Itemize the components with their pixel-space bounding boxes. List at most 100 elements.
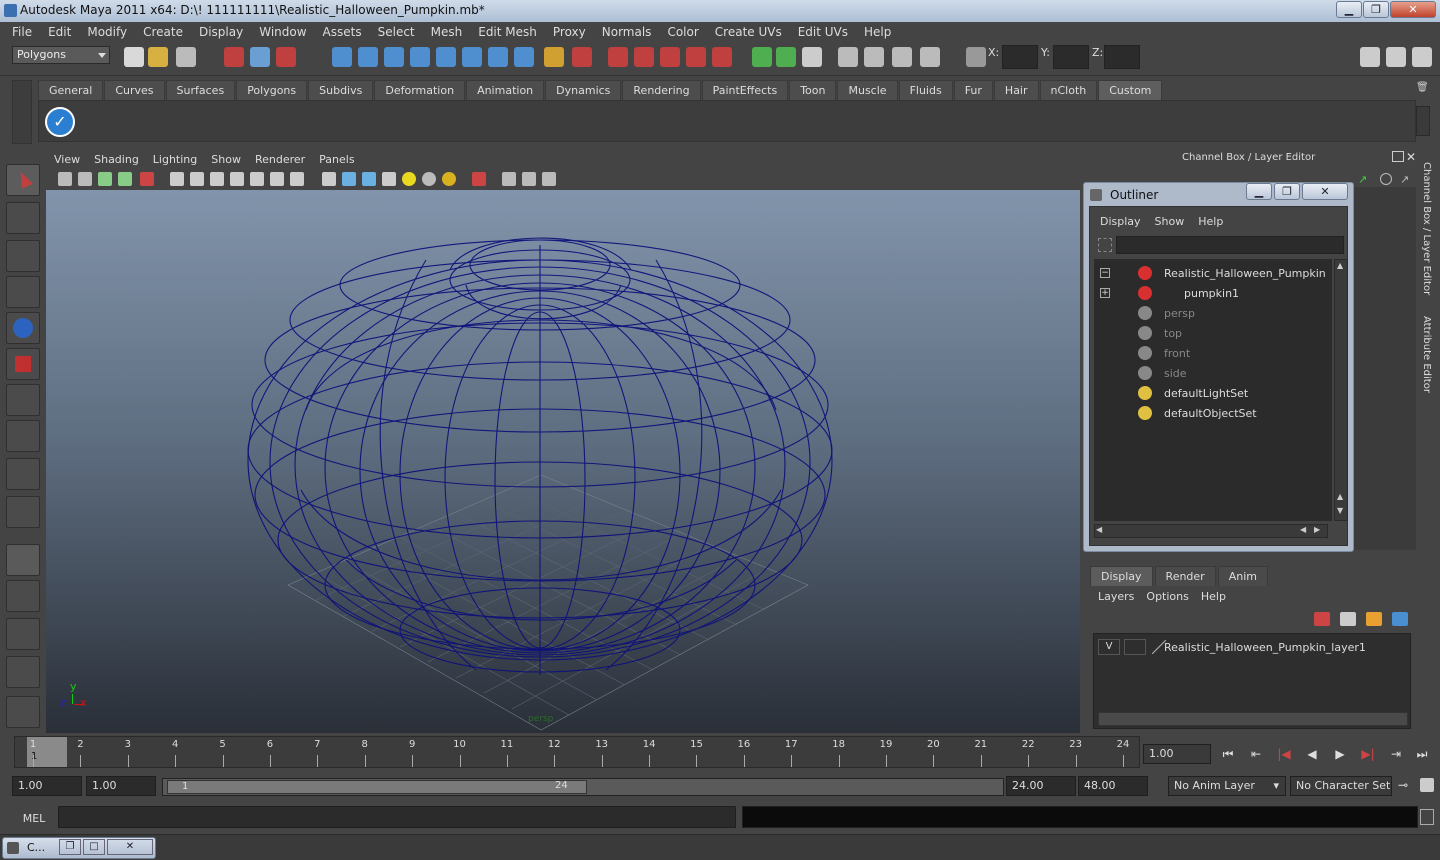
playback-end-field[interactable]: 24.00 <box>1006 776 1076 796</box>
film-gate-icon[interactable] <box>190 172 204 186</box>
persp-outliner-layout-icon[interactable] <box>6 618 40 650</box>
snap-point-icon[interactable] <box>384 47 404 67</box>
rotate-tool-icon[interactable] <box>6 312 40 344</box>
select-component-icon[interactable] <box>276 47 296 67</box>
outliner-item[interactable]: defaultObjectSet <box>1094 405 1332 423</box>
perspective-viewport[interactable]: y x z persp <box>46 190 1080 733</box>
menu-create-uvs[interactable]: Create UVs <box>707 25 790 39</box>
four-view-layout-icon[interactable] <box>6 580 40 612</box>
menu-edit-uvs[interactable]: Edit UVs <box>790 25 856 39</box>
outliner-item[interactable]: top <box>1094 325 1332 343</box>
mel-command-input[interactable] <box>58 806 736 828</box>
safe-action-icon[interactable] <box>270 172 284 186</box>
layer-visibility-toggle[interactable]: V <box>1098 639 1120 655</box>
hypershade-icon[interactable] <box>686 47 706 67</box>
construction-history-icon[interactable] <box>488 47 508 67</box>
panel-menu-shading[interactable]: Shading <box>94 153 139 166</box>
shelf-tab-rendering[interactable]: Rendering <box>622 80 701 100</box>
anim-layer-dropdown[interactable]: No Anim Layer ▾ <box>1168 776 1286 796</box>
menu-window[interactable]: Window <box>251 25 314 39</box>
menu-mesh[interactable]: Mesh <box>423 25 471 39</box>
shelf-tab-subdivs[interactable]: Subdivs <box>308 80 374 100</box>
safe-title-icon[interactable] <box>290 172 304 186</box>
dope-sheet-icon[interactable] <box>864 47 884 67</box>
persp-graph-layout-icon[interactable] <box>6 656 40 688</box>
outliner-maximize-button[interactable]: ❐ <box>1274 183 1300 200</box>
outliner-item[interactable]: front <box>1094 345 1332 363</box>
menu-edit[interactable]: Edit <box>40 25 79 39</box>
attribute-editor-toggle-icon[interactable] <box>1386 47 1406 67</box>
restore-icon[interactable]: ❐ <box>59 839 81 855</box>
menu-normals[interactable]: Normals <box>594 25 660 39</box>
high-quality-icon[interactable] <box>442 172 456 186</box>
hypershade-layout-icon[interactable] <box>6 696 40 728</box>
snap-plane-icon[interactable] <box>410 47 430 67</box>
new-scene-icon[interactable] <box>124 47 144 67</box>
select-hierarchy-icon[interactable] <box>224 47 244 67</box>
outliner-close-button[interactable]: ✕ <box>1302 183 1348 200</box>
textured-icon[interactable] <box>382 172 396 186</box>
expand-icon[interactable]: + <box>1100 288 1110 298</box>
render-frame-icon[interactable] <box>608 47 628 67</box>
camera-attributes-icon[interactable] <box>58 172 72 186</box>
tool-settings-toggle-icon[interactable] <box>1412 47 1432 67</box>
grease-pencil-icon[interactable] <box>140 172 154 186</box>
single-perspective-layout-icon[interactable] <box>6 544 40 576</box>
play-forwards-icon[interactable]: ▶ <box>1330 746 1350 762</box>
ipr-render-icon[interactable] <box>634 47 654 67</box>
menu-select[interactable]: Select <box>370 25 423 39</box>
image-plane-icon[interactable] <box>98 172 112 186</box>
go-to-end-icon[interactable]: ⏭ <box>1412 746 1432 762</box>
lasso-tool-icon[interactable] <box>6 202 40 234</box>
maximize-icon[interactable]: □ <box>83 839 105 855</box>
panel-layout-2-icon[interactable] <box>776 47 796 67</box>
xray-icon[interactable] <box>502 172 516 186</box>
attribute-editor-side-tab[interactable]: Attribute Editor <box>1421 316 1432 393</box>
menu-set-dropdown[interactable]: Polygons <box>12 46 110 64</box>
step-forward-icon[interactable]: ⇥ <box>1386 746 1406 762</box>
outliner-item[interactable]: persp <box>1094 305 1332 323</box>
wireframe-shading-icon[interactable] <box>322 172 336 186</box>
save-scene-icon[interactable] <box>176 47 196 67</box>
minimized-window[interactable]: C... ❐ □ ✕ <box>2 837 156 859</box>
open-scene-icon[interactable] <box>148 47 168 67</box>
menu-color[interactable]: Color <box>659 25 706 39</box>
snap-surface-icon[interactable] <box>436 47 456 67</box>
step-forward-key-icon[interactable]: ▶| <box>1358 746 1378 762</box>
channel-box-side-tab[interactable]: Channel Box / Layer Editor <box>1421 162 1432 295</box>
gate-mask-icon[interactable] <box>230 172 244 186</box>
input-output-icon[interactable] <box>572 47 592 67</box>
shelf-tab-general[interactable]: General <box>38 80 104 100</box>
channel-options-icon[interactable] <box>1380 173 1392 185</box>
snap-curve-icon[interactable] <box>358 47 378 67</box>
outliner-item[interactable]: − Realistic_Halloween_Pumpkin <box>1094 265 1332 283</box>
smooth-shading-icon[interactable] <box>342 172 356 186</box>
step-back-key-icon[interactable]: |◀ <box>1274 746 1294 762</box>
shelf-tab-toon[interactable]: Toon <box>789 80 837 100</box>
new-layer-selected-icon[interactable] <box>1392 612 1408 626</box>
close-button[interactable]: ✕ <box>1390 1 1436 18</box>
mel-label[interactable]: MEL <box>14 810 54 828</box>
outliner-menu-help[interactable]: Help <box>1198 215 1223 228</box>
render-settings-icon[interactable] <box>660 47 680 67</box>
2d-pan-zoom-icon[interactable] <box>118 172 132 186</box>
shelf-tab-custom[interactable]: Custom <box>1098 80 1163 100</box>
layer-tab-render[interactable]: Render <box>1154 566 1216 586</box>
shelf-tab-hair[interactable]: Hair <box>993 80 1039 100</box>
last-used-tool-icon[interactable] <box>6 496 40 528</box>
outliner-item[interactable]: + pumpkin1 <box>1094 285 1332 303</box>
menu-proxy[interactable]: Proxy <box>545 25 594 39</box>
use-all-lights-icon[interactable] <box>402 172 416 186</box>
outliner-toggle-icon[interactable] <box>802 47 822 67</box>
close-icon[interactable]: ✕ <box>107 839 153 855</box>
layer-menu-help[interactable]: Help <box>1201 590 1226 603</box>
shelf-tab-deformation[interactable]: Deformation <box>374 80 466 100</box>
step-back-icon[interactable]: ⇤ <box>1246 746 1266 762</box>
go-to-start-icon[interactable]: ⏮ <box>1218 746 1238 762</box>
graph-editor-icon[interactable] <box>838 47 858 67</box>
playback-start-field[interactable]: 1.00 <box>86 776 156 796</box>
maximize-button[interactable]: ❐ <box>1363 1 1389 18</box>
paint-select-tool-icon[interactable] <box>6 240 40 272</box>
float-panel-icon[interactable] <box>1392 151 1404 162</box>
move-tool-icon[interactable] <box>6 276 40 308</box>
